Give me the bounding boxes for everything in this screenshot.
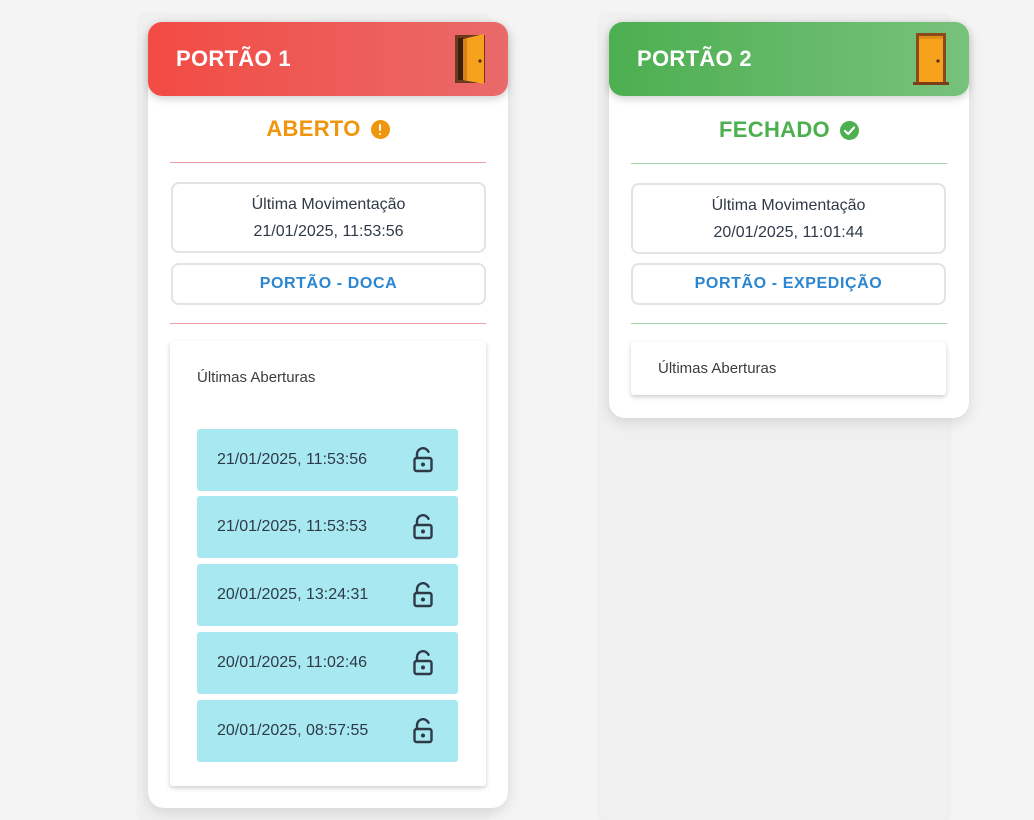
- last-movement-label: Última Movimentação: [711, 197, 866, 214]
- history-title: Últimas Aberturas: [658, 360, 777, 377]
- gate-1-name-button[interactable]: PORTÃO - DOCA: [171, 263, 486, 305]
- gate-2-card: PORTÃO 2 FECHADO Última Movimentação 20/…: [609, 22, 969, 418]
- gate-1-divider-top: [170, 162, 486, 163]
- last-movement-label: Última Movimentação: [251, 196, 406, 213]
- gate-1-status: ABERTO: [148, 116, 508, 142]
- lock-open-icon: [413, 582, 433, 608]
- gate-2-title: PORTÃO 2: [637, 46, 752, 71]
- door-closed-icon: [913, 33, 949, 85]
- gate-2-status: FECHADO: [609, 117, 969, 143]
- last-movement-value: 20/01/2025, 11:01:44: [713, 224, 864, 241]
- history-item-date: 21/01/2025, 11:53:53: [217, 518, 368, 535]
- history-item-date: 20/01/2025, 08:57:55: [217, 722, 369, 739]
- gate-2-last-movement: Última Movimentação 20/01/2025, 11:01:44: [631, 183, 946, 254]
- gate-1-history-panel: Últimas Aberturas 21/01/2025, 11:53:56 2…: [170, 341, 486, 786]
- lock-open-icon: [413, 650, 433, 676]
- gate-2-history-panel: Últimas Aberturas: [631, 342, 946, 395]
- gate-2-name-button[interactable]: PORTÃO - EXPEDIÇÃO: [631, 263, 946, 305]
- history-item[interactable]: 21/01/2025, 11:53:53: [197, 496, 458, 558]
- door-open-icon: [455, 34, 485, 84]
- gate-2-status-text: FECHADO: [719, 117, 830, 142]
- last-movement-value: 21/01/2025, 11:53:56: [253, 223, 404, 240]
- gate-1-status-text: ABERTO: [266, 116, 361, 141]
- alert-circle-icon: [370, 119, 390, 139]
- lock-open-icon: [413, 718, 433, 744]
- history-item[interactable]: 21/01/2025, 11:53:56: [197, 429, 458, 491]
- history-item[interactable]: 20/01/2025, 13:24:31: [197, 564, 458, 626]
- history-item-date: 20/01/2025, 13:24:31: [217, 586, 369, 603]
- check-circle-icon: [839, 120, 859, 140]
- history-item[interactable]: 20/01/2025, 11:02:46: [197, 632, 458, 694]
- gate-1-title: PORTÃO 1: [176, 46, 291, 71]
- gate-1-divider-bottom: [170, 323, 486, 324]
- gate-1-last-movement: Última Movimentação 21/01/2025, 11:53:56: [171, 182, 486, 253]
- gate-2-divider-top: [631, 163, 947, 164]
- history-item-date: 20/01/2025, 11:02:46: [217, 654, 368, 671]
- history-item-date: 21/01/2025, 11:53:56: [217, 451, 368, 468]
- gate-1-card: PORTÃO 1 ABERTO Última Movimentação 21/0…: [148, 22, 508, 808]
- gate-2-divider-bottom: [631, 323, 947, 324]
- gate-2-header: PORTÃO 2: [609, 22, 969, 96]
- gate-1-header: PORTÃO 1: [148, 22, 508, 96]
- history-title: Últimas Aberturas: [197, 369, 316, 386]
- lock-open-icon: [413, 447, 433, 473]
- history-item[interactable]: 20/01/2025, 08:57:55: [197, 700, 458, 762]
- lock-open-icon: [413, 514, 433, 540]
